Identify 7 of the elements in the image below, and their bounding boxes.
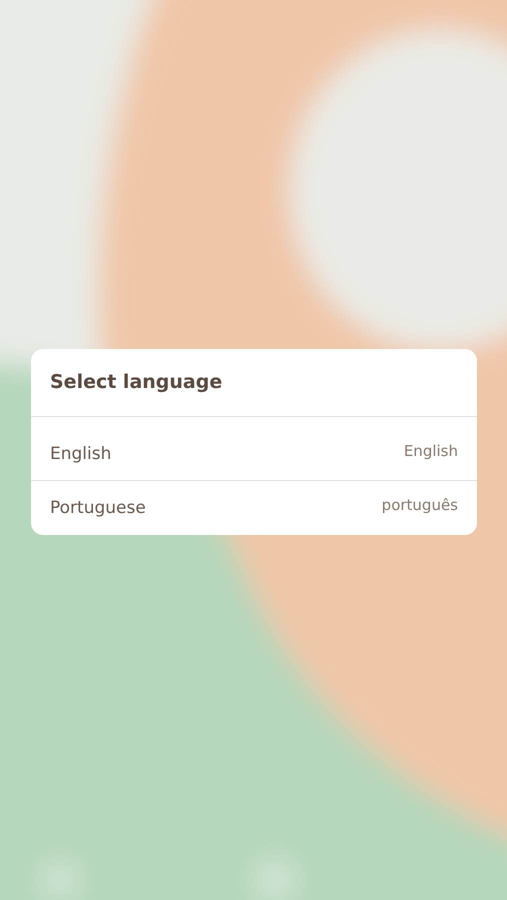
language-name: English [50, 444, 112, 464]
language-option[interactable]: English English [31, 417, 477, 481]
native-language-name: English [404, 442, 458, 460]
native-language-name: português [382, 496, 458, 514]
language-option[interactable]: Portuguese português [31, 481, 477, 535]
language-name: Portuguese [50, 498, 146, 518]
dialog-title: Select language [31, 349, 477, 417]
